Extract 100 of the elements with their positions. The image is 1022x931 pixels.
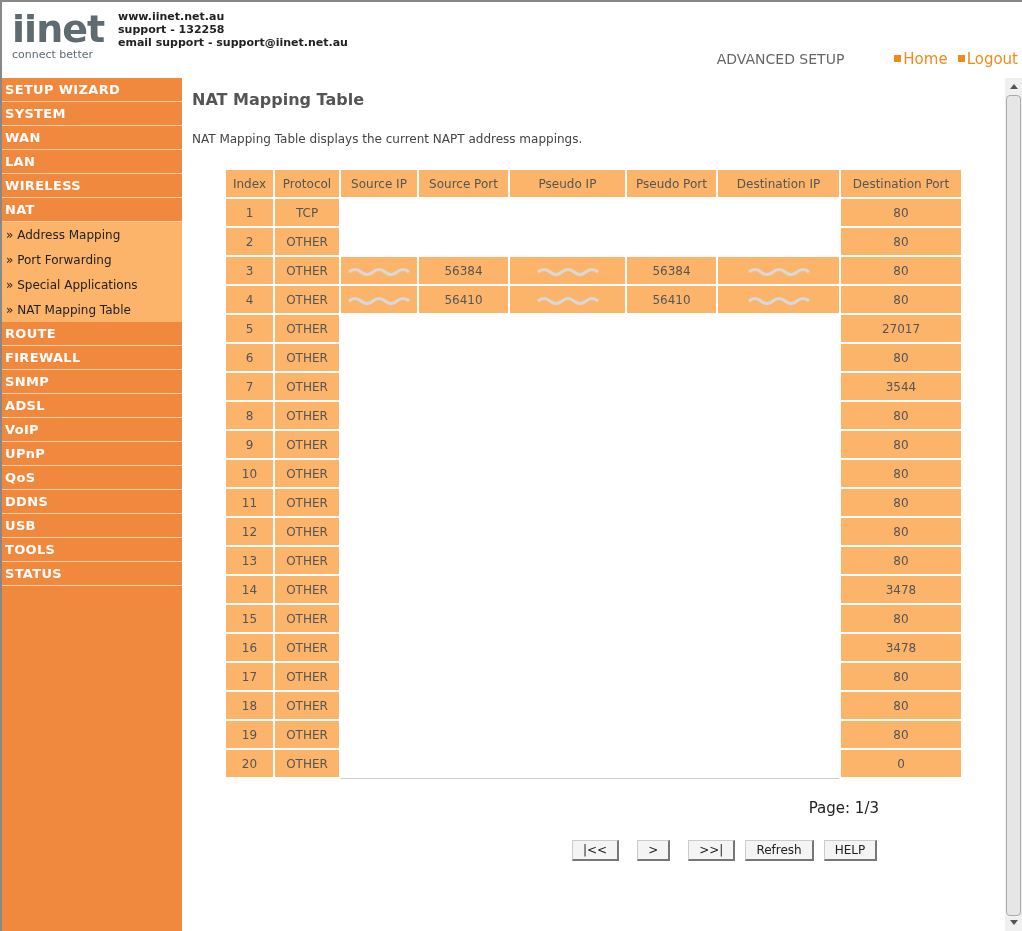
table-cell: OTHER xyxy=(274,430,340,459)
table-cell: OTHER xyxy=(274,575,340,604)
table-cell: 3478 xyxy=(840,575,962,604)
scribbled-value-icon xyxy=(535,294,600,305)
table-cell: 80 xyxy=(840,198,962,227)
table-cell: 5 xyxy=(225,314,274,343)
table-cell: 80 xyxy=(840,430,962,459)
table-cell: 3478 xyxy=(840,633,962,662)
table-cell: 12 xyxy=(225,517,274,546)
table-cell: 80 xyxy=(840,488,962,517)
scribbled-value-icon xyxy=(535,265,600,276)
table-cell: OTHER xyxy=(274,488,340,517)
page-indicator: Page: 1/3 xyxy=(808,798,879,819)
sidebar-subitem[interactable]: » Address Mapping xyxy=(2,222,182,247)
sidebar-item[interactable]: ADSL xyxy=(2,394,182,418)
table-cell: 0 xyxy=(840,749,962,778)
table-cell: 56410 xyxy=(418,285,509,314)
table-cell: 80 xyxy=(840,256,962,285)
table-cell: 11 xyxy=(225,488,274,517)
scroll-down-arrow-icon xyxy=(1009,920,1018,925)
table-cell: OTHER xyxy=(274,401,340,430)
table-cell: OTHER xyxy=(274,720,340,749)
sidebar-item[interactable]: SNMP xyxy=(2,370,182,394)
sidebar-item[interactable]: ROUTE xyxy=(2,322,182,346)
scroll-up-arrow-icon xyxy=(1009,84,1018,89)
table-cell: 7 xyxy=(225,372,274,401)
table-cell: 10 xyxy=(225,459,274,488)
nav-link[interactable]: Home xyxy=(894,47,948,70)
toolbar-button[interactable]: Refresh xyxy=(745,839,814,861)
sidebar-subitem[interactable]: » NAT Mapping Table xyxy=(2,297,182,322)
sidebar-subitem[interactable]: » Special Applications xyxy=(2,272,182,297)
table-cell: 15 xyxy=(225,604,274,633)
sidebar-item[interactable]: UPnP xyxy=(2,442,182,466)
table-cell: 3544 xyxy=(840,372,962,401)
logo-wordmark: iinet xyxy=(12,10,105,48)
table-cell: 80 xyxy=(840,343,962,372)
table-cell: 1 xyxy=(225,198,274,227)
sidebar-item[interactable]: USB xyxy=(2,514,182,538)
sidebar-subitem[interactable]: » Port Forwarding xyxy=(2,247,182,272)
scribbled-value-icon xyxy=(746,265,811,276)
table-cell: OTHER xyxy=(274,285,340,314)
sidebar-item[interactable]: SETUP WIZARD xyxy=(2,78,182,102)
sidebar-item[interactable]: FIREWALL xyxy=(2,346,182,370)
table-cell: 80 xyxy=(840,662,962,691)
table-cell: 19 xyxy=(225,720,274,749)
sidebar-item[interactable]: TOOLS xyxy=(2,538,182,562)
toolbar-button[interactable]: >>| xyxy=(688,839,736,861)
table-cell: 13 xyxy=(225,546,274,575)
table-cell: TCP xyxy=(274,198,340,227)
table-cell: 80 xyxy=(840,459,962,488)
scribbled-value-icon xyxy=(746,294,811,305)
page-title: NAT Mapping Table xyxy=(192,89,365,111)
column-header: Index xyxy=(225,169,274,198)
table-cell: 56410 xyxy=(626,285,717,314)
table-cell: OTHER xyxy=(274,604,340,633)
table-cell: 80 xyxy=(840,720,962,749)
table-cell: 27017 xyxy=(840,314,962,343)
table-cell: 2 xyxy=(225,227,274,256)
table-cell: 3 xyxy=(225,256,274,285)
contact-info-line: www.iinet.net.au xyxy=(118,10,225,23)
column-header: Source Port xyxy=(418,169,509,198)
sidebar-item[interactable]: SYSTEM xyxy=(2,102,182,126)
table-cell: 18 xyxy=(225,691,274,720)
table-cell: 80 xyxy=(840,546,962,575)
sidebar-item[interactable]: STATUS xyxy=(2,562,182,586)
toolbar-button[interactable]: |<< xyxy=(572,839,620,861)
table-cell: OTHER xyxy=(274,256,340,285)
toolbar-button[interactable]: > xyxy=(637,839,671,861)
sidebar-item[interactable]: VoIP xyxy=(2,418,182,442)
sidebar-item[interactable]: DDNS xyxy=(2,490,182,514)
table-cell: OTHER xyxy=(274,662,340,691)
table-cell: OTHER xyxy=(274,459,340,488)
toolbar-button[interactable]: HELP xyxy=(823,839,878,861)
table-cell: 80 xyxy=(840,604,962,633)
table-cell: 9 xyxy=(225,430,274,459)
column-header: Destination IP xyxy=(717,169,840,198)
logo-tagline: connect better xyxy=(12,48,93,62)
column-header: Pseudo Port xyxy=(626,169,717,198)
table-cell: 80 xyxy=(840,517,962,546)
sidebar-item[interactable]: WIRELESS xyxy=(2,174,182,198)
table-cell: 80 xyxy=(840,227,962,256)
table-cell: 80 xyxy=(840,285,962,314)
table-cell: OTHER xyxy=(274,372,340,401)
section-heading: ADVANCED SETUP xyxy=(716,50,845,69)
nav-link[interactable]: Logout xyxy=(957,47,1018,70)
scribbled-value-icon xyxy=(347,265,411,276)
table-cell: 80 xyxy=(840,691,962,720)
sidebar-item[interactable]: WAN xyxy=(2,126,182,150)
column-header: Pseudo IP xyxy=(509,169,626,198)
contact-info-line: email support - support@iinet.net.au xyxy=(118,36,348,49)
contact-info-line: support - 132258 xyxy=(118,23,225,36)
table-cell: OTHER xyxy=(274,314,340,343)
scribbled-value-icon xyxy=(347,294,411,305)
table-cell: 56384 xyxy=(418,256,509,285)
sidebar-item[interactable]: QoS xyxy=(2,466,182,490)
column-header: Destination Port xyxy=(840,169,962,198)
sidebar-item[interactable]: LAN xyxy=(2,150,182,174)
table-cell: 4 xyxy=(225,285,274,314)
table-cell: OTHER xyxy=(274,517,340,546)
table-cell: 56384 xyxy=(626,256,717,285)
